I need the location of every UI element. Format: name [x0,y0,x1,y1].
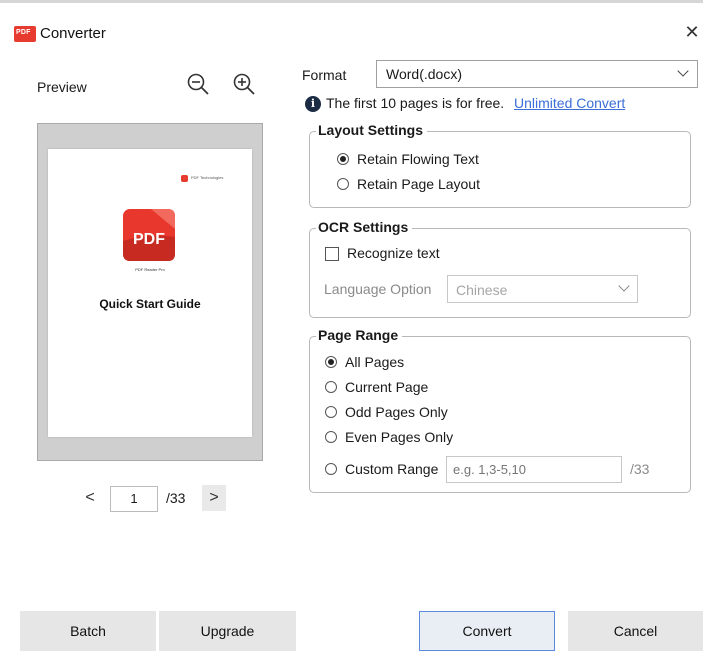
radio-icon [325,381,337,393]
option-label: Custom Range [345,461,439,477]
unlimited-convert-link[interactable]: Unlimited Convert [514,95,625,111]
format-select[interactable]: Word(.docx) [376,60,698,88]
retain-flowing-text-option[interactable]: Retain Flowing Text [337,151,537,169]
page-number-input[interactable]: 1 [110,486,158,512]
option-label: Even Pages Only [345,429,454,445]
free-pages-notice: The first 10 pages is for free. [326,95,505,111]
option-label: All Pages [345,354,405,370]
layout-settings-group [309,131,691,208]
chevron-down-icon [677,65,689,77]
custom-range-input[interactable] [446,456,622,483]
radio-icon [337,153,349,165]
option-label: Retain Flowing Text [357,151,479,167]
option-label: Odd Pages Only [345,404,448,420]
radio-icon [325,431,337,443]
layout-settings-title: Layout Settings [316,122,428,138]
brand-logo-text: PDF Technologies [191,175,224,180]
option-label: Current Page [345,379,429,395]
retain-page-layout-option[interactable]: Retain Page Layout [337,176,537,194]
brand-logo: PDF Technologies [181,174,229,184]
zoom-in-icon[interactable] [232,72,256,96]
pdf-app-icon: PDF [14,26,36,42]
language-value: Chinese [456,282,508,298]
chevron-down-icon [618,280,630,292]
even-pages-option[interactable]: Even Pages Only [325,429,525,447]
page-total: /33 [166,490,186,506]
close-icon[interactable]: ✕ [684,22,700,43]
prev-page-button[interactable]: < [80,487,100,509]
recognize-text-checkbox[interactable] [325,247,339,261]
all-pages-option[interactable]: All Pages [325,354,525,372]
batch-button[interactable]: Batch [20,611,156,651]
format-label: Format [302,67,347,83]
option-label: Retain Page Layout [357,176,480,192]
guide-heading: Quick Start Guide [99,297,201,311]
next-page-button[interactable]: > [202,485,226,511]
radio-icon [325,406,337,418]
radio-icon [325,463,337,475]
pdf-logo-icon: PDF [121,207,177,263]
radio-icon [325,356,337,368]
language-select[interactable]: Chinese [447,275,638,303]
custom-range-total: /33 [630,461,650,477]
current-page-option[interactable]: Current Page [325,379,525,397]
window-title: Converter [40,25,106,42]
product-name: PDF Reader Pro [135,267,165,272]
cancel-button[interactable]: Cancel [568,611,703,651]
zoom-out-icon[interactable] [186,72,210,96]
odd-pages-option[interactable]: Odd Pages Only [325,404,525,422]
info-icon: i [305,96,321,112]
brand-logo-mark [181,175,188,182]
page-range-title: Page Range [316,327,403,343]
language-option-label: Language Option [324,281,432,297]
window-top-border [0,0,703,3]
format-value: Word(.docx) [386,66,462,82]
upgrade-button[interactable]: Upgrade [159,611,296,651]
convert-button[interactable]: Convert [419,611,555,651]
ocr-settings-title: OCR Settings [316,219,413,235]
radio-icon [337,178,349,190]
preview-label: Preview [37,79,87,95]
recognize-text-label: Recognize text [347,245,440,261]
preview-page [48,149,252,437]
pdf-logo-text: PDF [133,231,165,248]
app-icon-text: PDF [16,29,31,36]
ocr-settings-group [309,228,691,318]
custom-range-option[interactable]: Custom Range [325,461,443,479]
